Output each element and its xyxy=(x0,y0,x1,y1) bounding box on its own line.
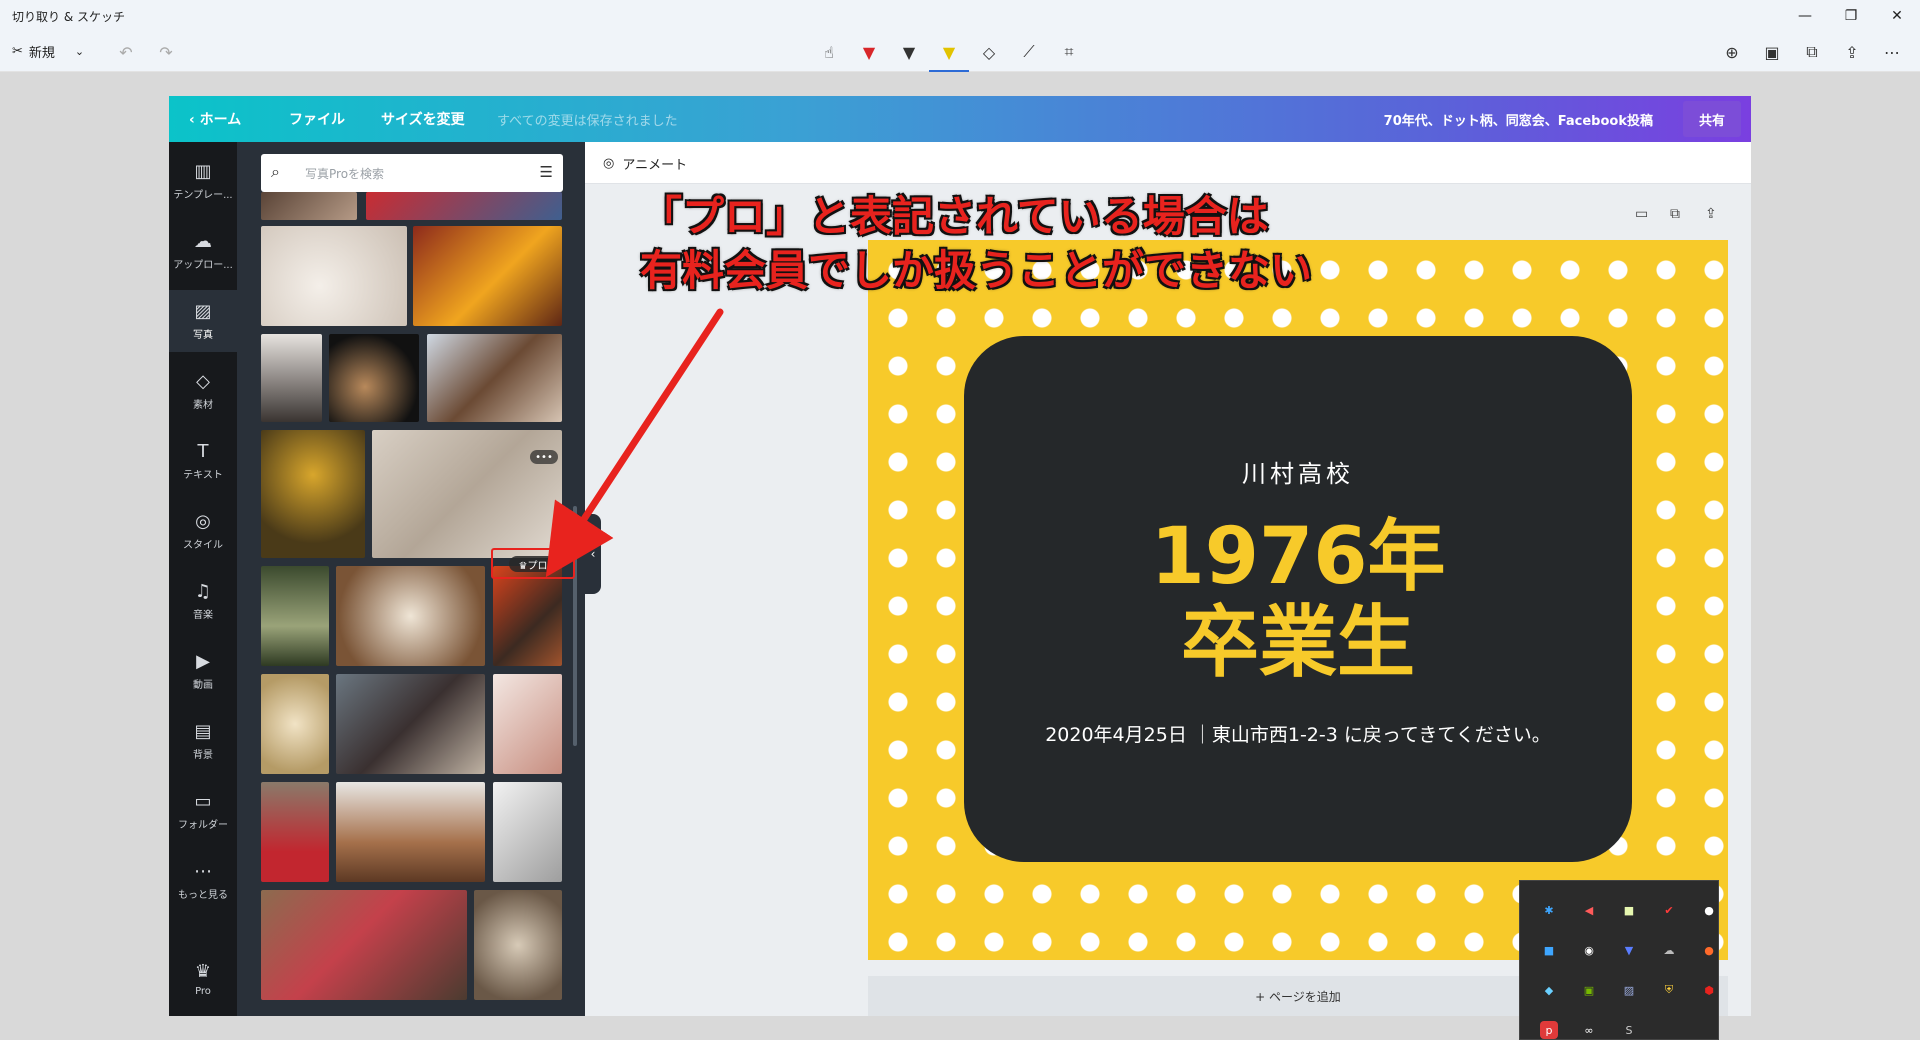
drop-icon[interactable]: ● xyxy=(1700,901,1718,919)
vpn-icon[interactable]: ▼ xyxy=(1620,941,1638,959)
app-p-icon[interactable]: p xyxy=(1540,1021,1558,1039)
speaker-icon[interactable]: ◀ xyxy=(1580,901,1598,919)
system-tray-overflow: ✱ ◀ ■ ✔ ● ■ ◉ ▼ ☁ ● ◆ ▣ ▨ ⛨ ⬢ p ∞ S xyxy=(1519,880,1719,1040)
shield-icon[interactable]: ⛨ xyxy=(1660,981,1678,999)
cloud-icon[interactable]: ■ xyxy=(1540,941,1558,959)
notes-icon[interactable]: ■ xyxy=(1620,901,1638,919)
link-icon[interactable]: ◆ xyxy=(1540,981,1558,999)
annotation-text: 「プロ」と表記されている場合は 有料会員でしか扱うことができない xyxy=(640,192,1313,295)
nvidia-icon[interactable]: ▣ xyxy=(1580,981,1598,999)
soccer-icon[interactable]: ◉ xyxy=(1580,941,1598,959)
onedrive-off-icon[interactable]: ☁ xyxy=(1660,941,1678,959)
bluetooth-icon[interactable]: ✱ xyxy=(1540,901,1558,919)
skype-icon[interactable]: S xyxy=(1620,1021,1638,1039)
photos-icon[interactable]: ▨ xyxy=(1620,981,1638,999)
antivirus-icon[interactable]: ✔ xyxy=(1660,901,1678,919)
sync-icon[interactable]: ● xyxy=(1700,941,1718,959)
infinity-icon[interactable]: ∞ xyxy=(1580,1021,1598,1039)
security-icon[interactable]: ⬢ xyxy=(1700,981,1718,999)
